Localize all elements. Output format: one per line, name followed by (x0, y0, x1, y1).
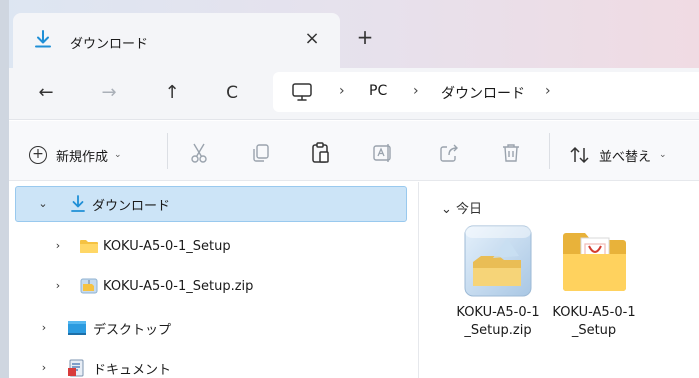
tree-item-desktop[interactable]: › デスクトップ (15, 310, 407, 346)
download-arrow-icon (71, 195, 85, 212)
share-icon[interactable] (437, 141, 461, 165)
file-item-label: KOKU-A5-0-1_Setup.zip (456, 305, 540, 338)
cut-icon[interactable] (189, 141, 213, 165)
zip-archive-icon (464, 225, 532, 297)
chevron-right-icon[interactable]: › (37, 321, 51, 335)
toolbar-divider (549, 133, 550, 169)
chevron-right-icon[interactable]: › (37, 361, 51, 375)
group-header-today[interactable]: ⌄ 今日 (441, 198, 482, 217)
tab-title: ダウンロード (70, 37, 149, 52)
chevron-right-icon[interactable]: › (51, 279, 65, 293)
tree-item-label: KOKU-A5-0-1_Setup.zip (103, 278, 254, 294)
toolbar-divider (167, 133, 168, 169)
chevron-right-icon[interactable]: › (51, 239, 65, 253)
chevron-down-icon[interactable]: ⌄ (36, 197, 50, 211)
chevron-down-icon: ⌄ (659, 150, 667, 160)
tree-item-setup-zip[interactable]: › KOKU-A5-0-1_Setup.zip (15, 268, 407, 304)
forward-button[interactable]: → (94, 78, 124, 108)
folder-pdf-icon (563, 233, 626, 291)
tree-item-setup-folder[interactable]: › KOKU-A5-0-1_Setup (15, 228, 407, 264)
copy-icon[interactable] (249, 141, 273, 165)
back-button[interactable]: ← (31, 78, 61, 108)
breadcrumb-expand-chevron[interactable]: › (545, 83, 551, 99)
rename-icon[interactable] (371, 141, 395, 165)
breadcrumb-separator: › (413, 83, 419, 99)
tree-item-label: デスクトップ (93, 322, 172, 338)
sort-arrows-icon (570, 146, 589, 164)
address-bar[interactable]: › PC › ダウンロード › (273, 72, 699, 112)
documents-icon (68, 359, 84, 377)
plus-circle-icon: + (29, 146, 47, 164)
pc-monitor-icon (292, 83, 312, 101)
breadcrumb-separator: › (339, 83, 345, 99)
chevron-down-icon: ⌄ (114, 150, 122, 160)
delete-icon[interactable] (499, 141, 523, 165)
tab-downloads[interactable]: ダウンロード × (13, 13, 340, 68)
new-button-label: 新規作成 (56, 149, 109, 165)
window-edge (0, 0, 9, 378)
tree-item-label: KOKU-A5-0-1_Setup (103, 238, 231, 254)
breadcrumb-downloads[interactable]: ダウンロード (441, 83, 525, 103)
file-item-label: KOKU-A5-0-1_Setup (552, 305, 636, 338)
new-tab-button[interactable]: + (353, 25, 377, 49)
up-button[interactable]: ↑ (157, 78, 187, 108)
tree-item-label: ダウンロード (92, 198, 171, 214)
navigation-pane: ⌄ ダウンロード › KOKU-A5-0-1_Setup › KOKU-A5-0… (9, 182, 422, 378)
download-arrow-icon (35, 30, 51, 48)
breadcrumb-pc[interactable]: PC (369, 83, 387, 99)
navigation-bar: ← → ↑ C › PC › ダウンロード › (9, 68, 699, 120)
tree-item-label: ドキュメント (93, 362, 172, 378)
desktop-icon (68, 321, 86, 335)
sort-button[interactable]: 並べ替え ⌄ (569, 144, 667, 166)
paste-icon[interactable] (309, 141, 333, 165)
folder-icon (80, 240, 98, 253)
tree-item-downloads[interactable]: ⌄ ダウンロード (15, 186, 407, 222)
new-button[interactable]: + 新規作成 ⌄ (29, 144, 122, 166)
file-list-view: ⌄ 今日 KOKU-A5-0-1_Setup.zip KOKU-A5-0-1_S… (419, 182, 699, 378)
command-bar: + 新規作成 ⌄ 並べ替え ⌄ (9, 121, 699, 181)
sort-button-label: 並べ替え (599, 149, 652, 165)
zip-folder-icon (80, 278, 98, 294)
refresh-button[interactable]: C (217, 78, 247, 108)
close-tab-button[interactable]: × (300, 27, 324, 51)
tree-item-documents[interactable]: › ドキュメント (15, 350, 407, 378)
